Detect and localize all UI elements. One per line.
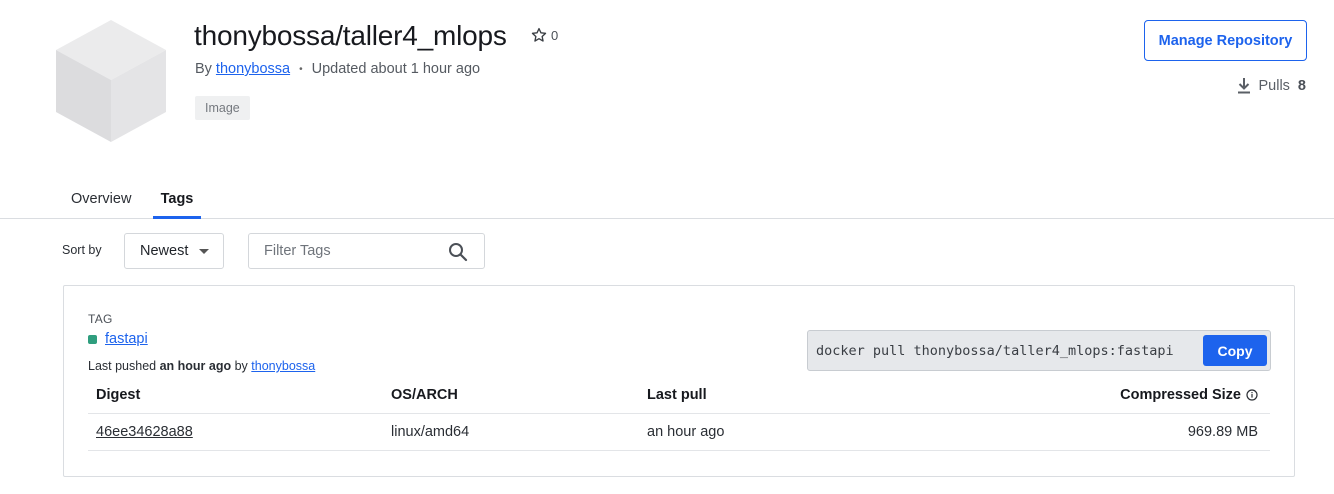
compressed-size-label: Compressed Size — [1120, 387, 1241, 403]
sort-label: Sort by — [62, 243, 102, 257]
table-row: 46ee34628a88 linux/amd64 an hour ago 969… — [88, 414, 1270, 451]
tag-header: TAG — [88, 312, 113, 326]
os-arch-value: linux/amd64 — [391, 424, 470, 440]
repository-cube-icon — [56, 20, 166, 142]
separator-dot: • — [299, 63, 303, 75]
last-pull-value: an hour ago — [647, 424, 725, 440]
pulls-count: 8 — [1297, 78, 1306, 94]
pushed-prefix: Last pushed — [88, 359, 157, 373]
image-badge: Image — [195, 96, 250, 120]
table-header-row: Digest OS/ARCH Last pull Compressed Size — [88, 376, 1270, 414]
compressed-size-value: 969.89 MB — [1187, 424, 1258, 440]
by-label: By — [195, 61, 212, 77]
pushed-time: an hour ago — [159, 359, 232, 373]
info-icon[interactable] — [1246, 389, 1258, 401]
pushed-by: by — [234, 359, 248, 373]
tab-bar: Overview Tags — [0, 182, 1334, 219]
tag-name-link[interactable]: fastapi — [105, 331, 148, 347]
column-os-arch: OS/ARCH — [391, 387, 458, 403]
column-digest: Digest — [96, 387, 141, 403]
tag-status-icon — [88, 334, 97, 344]
tab-tags[interactable]: Tags — [153, 191, 201, 219]
updated-text: Updated about 1 hour ago — [311, 61, 481, 77]
search-icon[interactable] — [448, 242, 468, 262]
pull-command-box: docker pull thonybossa/taller4_mlops:fas… — [807, 330, 1271, 371]
repository-title: thonybossa/taller4_mlops — [194, 20, 507, 51]
pulls-label: Pulls — [1258, 78, 1290, 94]
filter-tags-input[interactable] — [264, 234, 444, 268]
filter-tags-field — [248, 233, 485, 269]
star-count: 0 — [551, 27, 559, 43]
column-last-pull: Last pull — [647, 387, 707, 403]
pushed-user-link[interactable]: thonybossa — [251, 359, 315, 373]
pull-command-text[interactable]: docker pull thonybossa/taller4_mlops:fas… — [816, 343, 1174, 359]
chevron-down-icon — [199, 249, 209, 254]
download-icon — [1238, 78, 1251, 94]
tag-card: TAG fastapi Last pushed an hour ago by t… — [63, 285, 1295, 477]
tab-overview[interactable]: Overview — [71, 191, 131, 207]
last-pushed-text: Last pushed an hour ago by thonybossa — [88, 359, 315, 373]
star-icon — [531, 27, 547, 42]
owner-link[interactable]: thonybossa — [216, 61, 290, 77]
tag-name-row: fastapi — [88, 331, 148, 347]
manage-repository-button[interactable]: Manage Repository — [1144, 20, 1307, 61]
column-compressed-size: Compressed Size — [1120, 387, 1258, 403]
sort-value: Newest — [140, 243, 189, 259]
pulls-stat: Pulls 8 — [1236, 77, 1306, 95]
digest-link[interactable]: 46ee34628a88 — [96, 424, 193, 440]
repository-byline: By thonybossa • Updated about 1 hour ago — [195, 61, 480, 77]
sort-select[interactable]: Newest — [124, 233, 224, 269]
star-button[interactable]: 0 — [530, 26, 558, 44]
copy-button[interactable]: Copy — [1203, 335, 1267, 366]
digest-table: Digest OS/ARCH Last pull Compressed Size… — [88, 376, 1270, 451]
